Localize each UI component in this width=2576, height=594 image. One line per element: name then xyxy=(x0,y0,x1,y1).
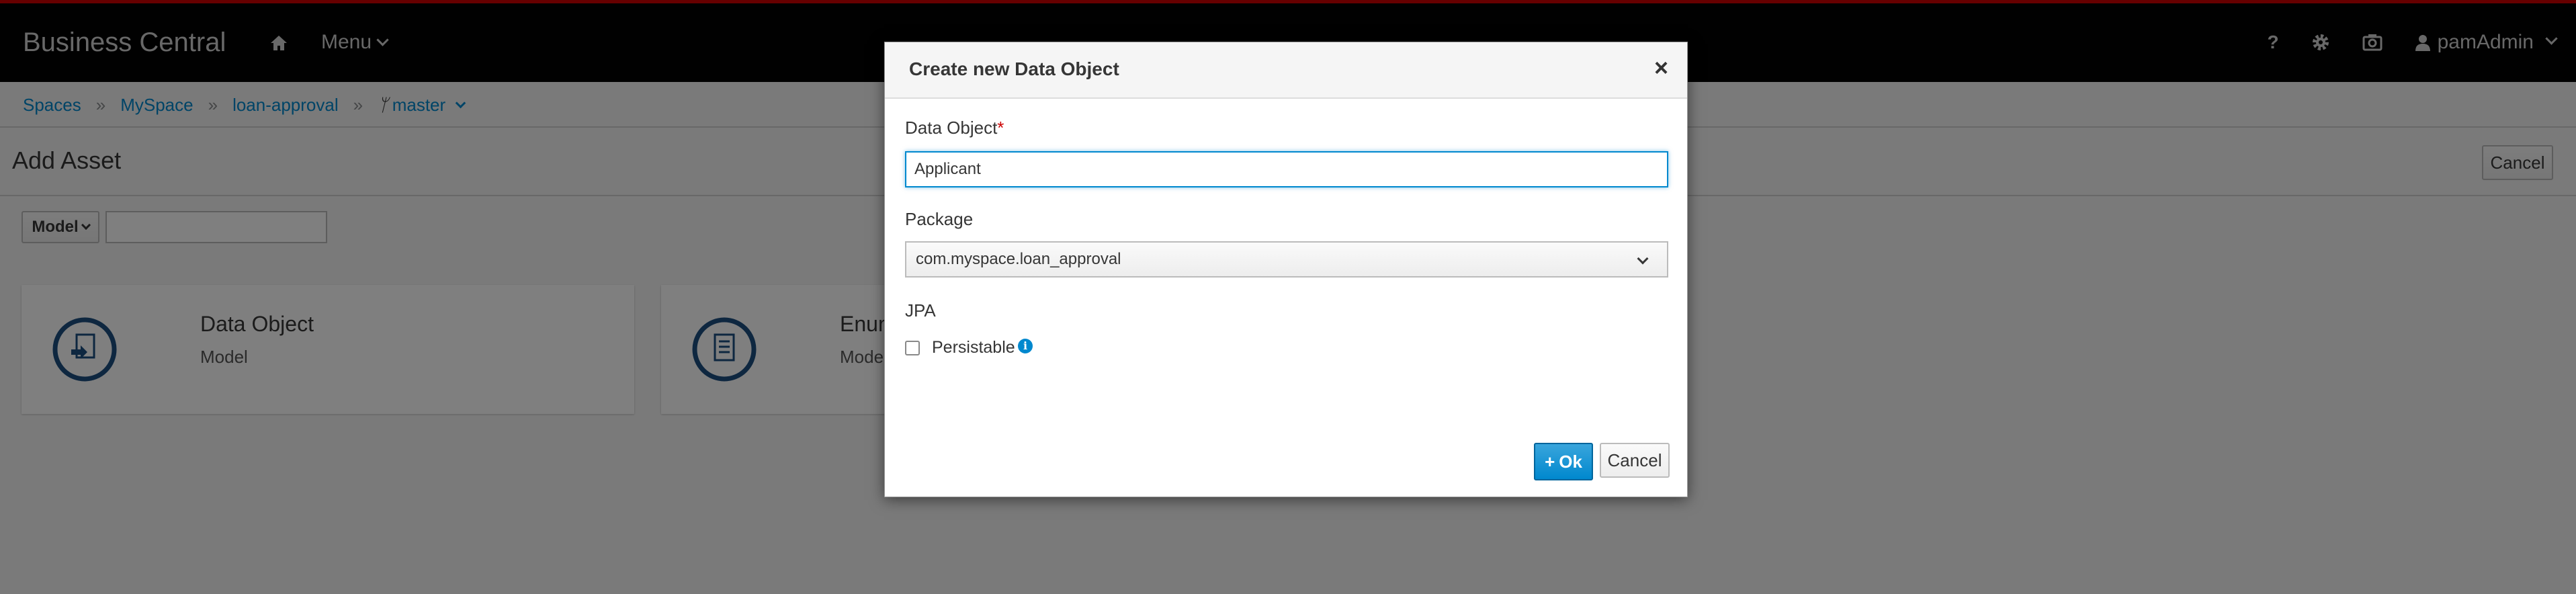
ok-label: Ok xyxy=(1559,451,1582,472)
create-data-object-dialog: Create new Data Object × Data Object* Pa… xyxy=(884,42,1688,497)
modal-title: Create new Data Object xyxy=(909,58,1119,79)
info-icon[interactable]: i xyxy=(1018,339,1033,353)
data-object-label-text: Data Object xyxy=(905,118,998,138)
jpa-label: JPA xyxy=(905,300,936,321)
modal-cancel-button[interactable]: Cancel xyxy=(1600,443,1670,478)
required-mark: * xyxy=(997,118,1004,138)
chevron-down-icon xyxy=(1637,253,1649,265)
package-select[interactable]: com.myspace.loan_approval xyxy=(905,241,1668,278)
data-object-name-input[interactable] xyxy=(905,151,1668,187)
data-object-label: Data Object* xyxy=(905,118,1004,138)
ok-button[interactable]: + Ok xyxy=(1534,443,1593,480)
package-value: com.myspace.loan_approval xyxy=(916,250,1121,268)
package-label: Package xyxy=(905,209,974,229)
persistable-checkbox[interactable] xyxy=(905,341,920,355)
close-icon[interactable]: × xyxy=(1654,56,1668,80)
persistable-label[interactable]: Persistable xyxy=(932,338,1015,357)
modal-header: Create new Data Object × xyxy=(885,42,1687,99)
plus-icon: + xyxy=(1545,451,1555,472)
